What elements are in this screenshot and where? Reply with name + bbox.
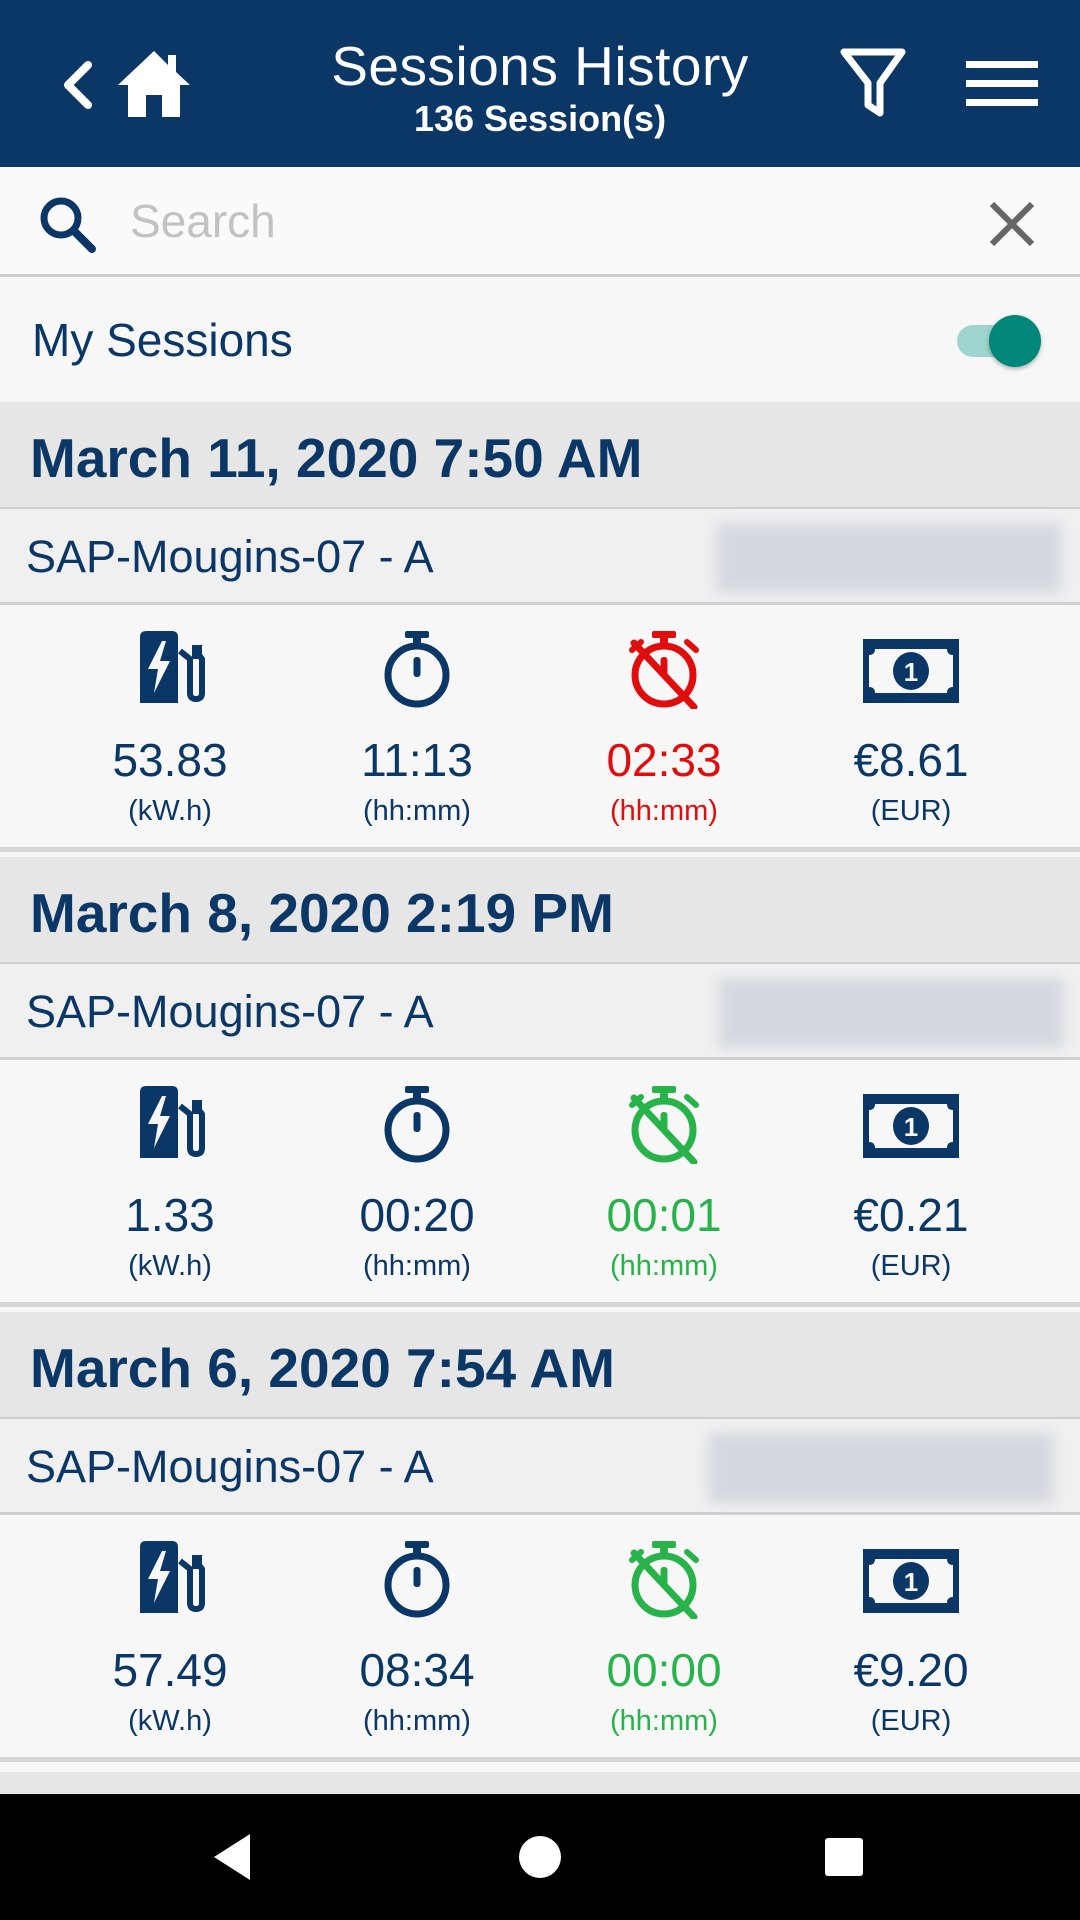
session-card[interactable]: March 8, 2020 2:19 PM SAP-Mougins-07 - A… <box>0 857 1080 1312</box>
duration-value: 08:34 <box>359 1644 475 1696</box>
energy-metric: 53.83 (kW.h) <box>50 605 290 852</box>
nav-recents-icon[interactable] <box>811 1824 877 1890</box>
session-station-row: SAP-Mougins-07 - A <box>0 1419 1080 1515</box>
station-name: SAP-Mougins-07 - A <box>26 986 434 1037</box>
price-unit: (EUR) <box>870 1705 952 1737</box>
price-metric: 1 €8.61 (EUR) <box>791 605 1031 852</box>
session-station-row: SAP-Mougins-07 - A <box>0 509 1080 605</box>
next-session-header-partial <box>0 1772 1080 1794</box>
session-count: 136 Session(s) <box>413 98 667 139</box>
energy-value: 53.83 <box>112 734 228 786</box>
duration-value: 00:20 <box>359 1189 475 1241</box>
search-input[interactable] <box>130 187 950 255</box>
inactivity-unit: (hh:mm) <box>610 1705 718 1737</box>
svg-text:1: 1 <box>904 1112 918 1142</box>
duration-unit: (hh:mm) <box>363 1250 471 1282</box>
system-nav-bar <box>0 1794 1080 1920</box>
inactivity-value: 02:33 <box>606 734 722 786</box>
energy-unit: (kW.h) <box>128 795 212 827</box>
my-sessions-toggle[interactable] <box>955 310 1041 370</box>
search-bar <box>0 167 1080 277</box>
page-title: Sessions History <box>331 35 749 97</box>
stopwatch-off-icon <box>629 631 699 709</box>
duration-metric: 00:20 (hh:mm) <box>297 1060 537 1307</box>
price-value: €8.61 <box>853 734 969 786</box>
close-icon[interactable] <box>980 192 1044 256</box>
session-metrics: 57.49 (kW.h) 08:34 (hh:mm) 00:00 (hh:mm)… <box>0 1515 1080 1762</box>
redacted-user-name <box>716 523 1062 593</box>
nav-back-icon[interactable] <box>200 1824 266 1890</box>
stopwatch-off-icon <box>629 1086 699 1164</box>
back-button[interactable] <box>48 50 108 120</box>
session-station-row: SAP-Mougins-07 - A <box>0 964 1080 1060</box>
redacted-user-name <box>718 978 1064 1048</box>
session-card[interactable]: March 11, 2020 7:50 AM SAP-Mougins-07 - … <box>0 402 1080 857</box>
nav-home-icon[interactable] <box>507 1824 573 1890</box>
ev-charger-icon <box>140 1541 205 1613</box>
station-name: SAP-Mougins-07 - A <box>26 531 434 582</box>
menu-button[interactable] <box>960 54 1044 114</box>
session-metrics: 53.83 (kW.h) 11:13 (hh:mm) 02:33 (hh:mm)… <box>0 605 1080 852</box>
inactivity-value: 00:01 <box>606 1189 722 1241</box>
ev-charger-icon <box>140 1086 205 1158</box>
banknote-icon: 1 <box>863 1094 959 1158</box>
session-metrics: 1.33 (kW.h) 00:20 (hh:mm) 00:01 (hh:mm) … <box>0 1060 1080 1307</box>
duration-metric: 11:13 (hh:mm) <box>297 605 537 852</box>
search-icon <box>40 197 96 253</box>
price-value: €9.20 <box>853 1644 969 1696</box>
menu-icon <box>966 61 1038 106</box>
stopwatch-off-icon <box>629 1541 699 1619</box>
chevron-left-icon <box>64 61 92 109</box>
filter-button[interactable] <box>832 44 914 124</box>
inactivity-value: 00:00 <box>606 1644 722 1696</box>
session-date-header: March 8, 2020 2:19 PM <box>0 857 1080 964</box>
price-unit: (EUR) <box>870 795 952 827</box>
energy-unit: (kW.h) <box>128 1705 212 1737</box>
my-sessions-label: My Sessions <box>32 314 293 366</box>
app-header: Sessions History 136 Session(s) <box>0 0 1080 167</box>
session-date: March 8, 2020 2:19 PM <box>30 882 614 944</box>
energy-value: 1.33 <box>125 1189 215 1241</box>
duration-unit: (hh:mm) <box>363 1705 471 1737</box>
svg-text:1: 1 <box>904 657 918 687</box>
inactivity-metric: 00:00 (hh:mm) <box>544 1515 784 1762</box>
svg-text:1: 1 <box>904 1567 918 1597</box>
session-date-header: March 11, 2020 7:50 AM <box>0 402 1080 509</box>
duration-unit: (hh:mm) <box>363 795 471 827</box>
home-icon <box>118 51 190 117</box>
session-card[interactable]: March 6, 2020 7:54 AM SAP-Mougins-07 - A… <box>0 1312 1080 1767</box>
inactivity-unit: (hh:mm) <box>610 1250 718 1282</box>
duration-metric: 08:34 (hh:mm) <box>297 1515 537 1762</box>
energy-unit: (kW.h) <box>128 1250 212 1282</box>
energy-metric: 57.49 (kW.h) <box>50 1515 290 1762</box>
duration-value: 11:13 <box>361 734 473 786</box>
price-metric: 1 €0.21 (EUR) <box>791 1060 1031 1307</box>
inactivity-unit: (hh:mm) <box>610 795 718 827</box>
home-button[interactable] <box>112 44 196 124</box>
banknote-icon: 1 <box>863 639 959 703</box>
energy-value: 57.49 <box>112 1644 228 1696</box>
station-name: SAP-Mougins-07 - A <box>26 1441 434 1492</box>
session-date: March 6, 2020 7:54 AM <box>30 1337 615 1399</box>
filter-icon <box>840 48 906 117</box>
price-unit: (EUR) <box>870 1250 952 1282</box>
energy-metric: 1.33 (kW.h) <box>50 1060 290 1307</box>
ev-charger-icon <box>140 631 205 703</box>
toggle-thumb <box>989 315 1041 367</box>
redacted-user-name <box>708 1433 1054 1503</box>
stopwatch-icon <box>384 631 450 708</box>
inactivity-metric: 02:33 (hh:mm) <box>544 605 784 852</box>
my-sessions-row: My Sessions <box>0 280 1080 400</box>
stopwatch-icon <box>384 1086 450 1163</box>
session-date: March 11, 2020 7:50 AM <box>30 427 643 489</box>
stopwatch-icon <box>384 1541 450 1618</box>
price-metric: 1 €9.20 (EUR) <box>791 1515 1031 1762</box>
price-value: €0.21 <box>853 1189 969 1241</box>
inactivity-metric: 00:01 (hh:mm) <box>544 1060 784 1307</box>
banknote-icon: 1 <box>863 1549 959 1613</box>
session-date-header: March 6, 2020 7:54 AM <box>0 1312 1080 1419</box>
